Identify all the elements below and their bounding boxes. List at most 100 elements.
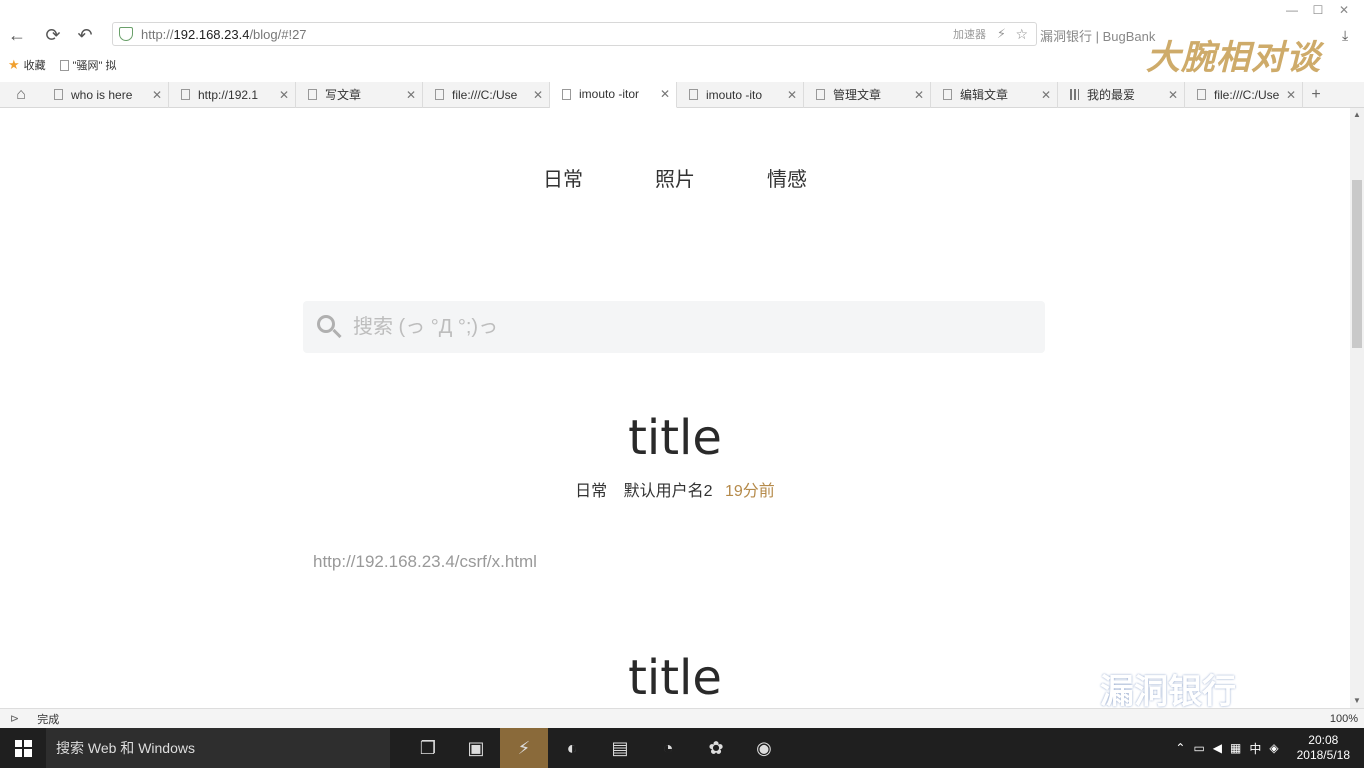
scrollbar-thumb[interactable] <box>1352 180 1362 348</box>
page-icon <box>54 89 63 100</box>
tab-bar: ⌂ who is here ✕ http://192.1 ✕ 写文章 ✕ file:/… <box>0 81 1364 108</box>
tab-close-icon[interactable]: ✕ <box>660 87 670 101</box>
tab[interactable]: file:///C:/Use ✕ <box>1185 81 1303 108</box>
tab-label: 编辑文章 <box>960 88 1009 102</box>
nav-right-text: 漏洞银行 | BugBank <box>1040 28 1156 44</box>
volume-icon[interactable]: ◀ <box>1213 741 1222 755</box>
tab-label: 我的最爱 <box>1087 88 1136 102</box>
taskbar-apps: ❐ ▣ ⚡ ◐ ▤ ◔ ✿ ◉ <box>404 728 788 768</box>
app-gear-icon[interactable]: ◉ <box>740 728 788 768</box>
blog-category-menu: 日常 照片 情感 <box>0 163 1350 192</box>
start-button[interactable] <box>0 728 46 768</box>
menu-item-emotions[interactable]: 情感 <box>764 163 810 192</box>
tab-label: imouto -itor <box>579 87 640 101</box>
tab-close-icon[interactable]: ✕ <box>406 88 416 102</box>
tab-close-icon[interactable]: ✕ <box>1041 88 1051 102</box>
window-controls: — ☐ ✕ <box>1284 0 1364 22</box>
page-icon <box>689 89 698 100</box>
back-icon[interactable]: ← <box>4 22 30 48</box>
keyboard-icon[interactable]: ▦ <box>1230 741 1241 755</box>
tab[interactable]: 我的最爱 ✕ <box>1058 81 1185 108</box>
tab[interactable]: who is here ✕ <box>42 81 169 108</box>
url-host: 192.168.23.4 <box>173 26 250 42</box>
app-flower-icon[interactable]: ✿ <box>692 728 740 768</box>
ime-indicator[interactable]: 中 <box>1249 740 1261 757</box>
download-icon[interactable]: ⤓ <box>1342 27 1348 44</box>
star-icon: ★ <box>8 57 20 72</box>
accelerator-button[interactable]: 加速器 <box>953 26 986 42</box>
page-icon <box>562 88 571 100</box>
app-circle-icon[interactable]: ◐ <box>548 728 596 768</box>
tab-close-icon[interactable]: ✕ <box>787 88 797 102</box>
tab-label: imouto -ito <box>706 87 763 102</box>
tab-close-icon[interactable]: ✕ <box>533 88 543 102</box>
bookmark-item[interactable]: "骚网" 拟 <box>59 57 117 73</box>
status-panel-icon[interactable]: ⊳ <box>10 712 19 725</box>
search-box <box>303 301 1045 353</box>
url-path: /blog/#!27 <box>249 26 307 42</box>
refresh-icon[interactable]: ⟳ <box>40 22 66 48</box>
clock[interactable]: 20:08 2018/5/18 <box>1297 733 1350 763</box>
tab[interactable]: http://192.1 ✕ <box>169 81 296 108</box>
taskbar-search[interactable]: 搜索 Web 和 Windows <box>46 728 390 768</box>
page-icon <box>59 59 69 71</box>
favorites-bookmark[interactable]: ★ 收藏 <box>8 57 46 73</box>
grid-icon <box>1070 89 1079 100</box>
page-icon <box>816 89 825 100</box>
post-body: http://192.168.23.4/csrf/x.html <box>313 552 537 571</box>
address-bar[interactable]: http:// 192.168.23.4 /blog/#!27 加速器 ⚡ ☆ <box>112 22 1037 46</box>
post-author: 默认用户名2 <box>623 483 713 500</box>
new-tab-icon[interactable]: + <box>1303 86 1329 104</box>
menu-item-photos[interactable]: 照片 <box>652 163 698 192</box>
post-title[interactable]: title <box>0 410 1350 466</box>
app-window-icon[interactable]: ▣ <box>452 728 500 768</box>
task-view-icon[interactable]: ❐ <box>404 728 452 768</box>
system-tray: ⌃ ▭ ◀ ▦ 中 ◈ 20:08 2018/5/18 <box>1175 728 1364 768</box>
tab-close-icon[interactable]: ✕ <box>1286 88 1296 102</box>
scroll-up-icon[interactable]: ▲ <box>1350 108 1364 122</box>
bookmark-star-icon[interactable]: ☆ <box>1015 26 1028 43</box>
search-input[interactable] <box>353 315 953 339</box>
notes-app-icon[interactable]: ▤ <box>596 728 644 768</box>
chevron-up-icon[interactable]: ⌃ <box>1175 741 1185 755</box>
bugbank-watermark-logo: 漏洞银行 <box>1100 672 1236 712</box>
url-protocol: http:// <box>141 26 174 42</box>
tab-close-icon[interactable]: ✕ <box>914 88 924 102</box>
app-sync-icon[interactable]: ◔ <box>644 728 692 768</box>
page-icon <box>1197 89 1206 100</box>
tab-label: file:///C:/Use <box>1214 87 1280 102</box>
vertical-scrollbar[interactable]: ▲ ▼ <box>1350 108 1364 708</box>
tab-label: http://192.1 <box>198 87 259 102</box>
bookmarks-bar: ★ 收藏 "骚网" 拟 <box>8 54 117 76</box>
tab[interactable]: imouto -ito ✕ <box>677 81 804 108</box>
status-text: 完成 <box>37 713 60 726</box>
windows-taskbar: 搜索 Web 和 Windows ❐ ▣ ⚡ ◐ ▤ ◔ ✿ ◉ ⌃ ▭ ◀ ▦… <box>0 728 1364 768</box>
zoom-level[interactable]: 100% <box>1330 713 1358 725</box>
clock-time: 20:08 <box>1308 733 1339 747</box>
tab-active[interactable]: imouto -itor ✕ <box>550 81 677 108</box>
network-icon[interactable]: ▭ <box>1193 741 1204 755</box>
lightning-icon[interactable]: ⚡ <box>997 26 1006 42</box>
status-bar: ⊳ 完成 100% <box>0 708 1364 728</box>
tab-label: 管理文章 <box>833 88 882 102</box>
app-tray-icon[interactable]: ◈ <box>1269 741 1278 755</box>
bookmark-label: "骚网" 拟 <box>72 60 117 72</box>
tab[interactable]: 写文章 ✕ <box>296 81 423 108</box>
undo-icon[interactable]: ↶ <box>72 22 98 48</box>
windows-logo-icon <box>14 739 32 757</box>
tab[interactable]: 管理文章 ✕ <box>804 81 931 108</box>
tab-close-icon[interactable]: ✕ <box>279 88 289 102</box>
page-icon <box>308 89 317 100</box>
tab-close-icon[interactable]: ✕ <box>152 88 162 102</box>
menu-item-daily[interactable]: 日常 <box>540 163 586 192</box>
post-category[interactable]: 日常 <box>575 483 607 500</box>
scroll-down-icon[interactable]: ▼ <box>1350 694 1364 708</box>
nav-right-area: 漏洞银行 | BugBank ⤓ <box>1040 22 1348 48</box>
security-shield-icon <box>119 27 133 41</box>
browser-app-icon[interactable]: ⚡ <box>500 728 548 768</box>
tab-label: file:///C:/Use <box>452 87 518 102</box>
tab[interactable]: 编辑文章 ✕ <box>931 81 1058 108</box>
tab[interactable]: file:///C:/Use ✕ <box>423 81 550 108</box>
tab-close-icon[interactable]: ✕ <box>1168 88 1178 102</box>
home-icon[interactable]: ⌂ <box>0 82 42 108</box>
